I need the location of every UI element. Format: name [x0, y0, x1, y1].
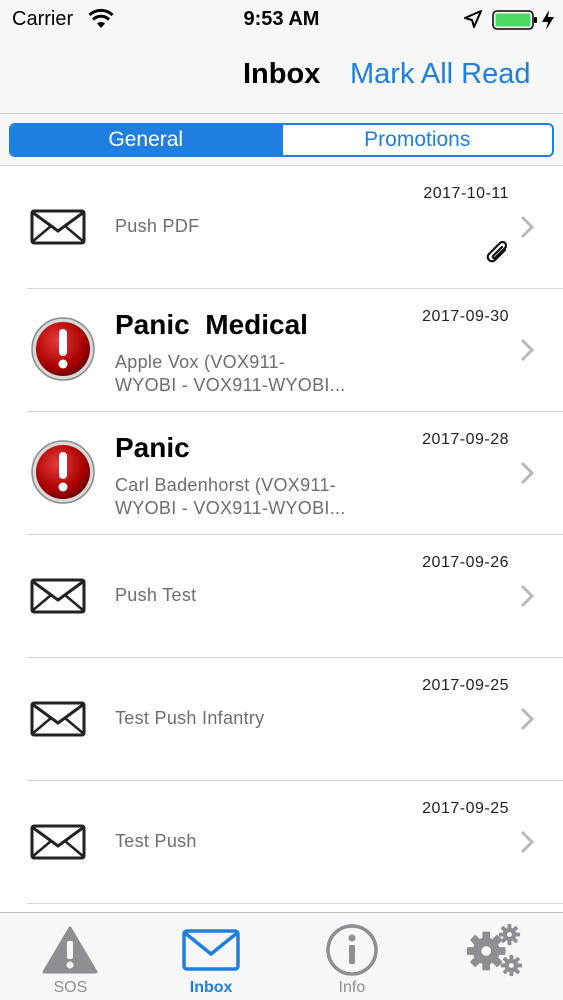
tab-info[interactable]: Info [282, 913, 423, 1000]
message-date: 2017-10-11 [423, 185, 509, 202]
message-row[interactable]: 2017-09-28 Panic Carl Badenhorst (VOX911… [0, 412, 563, 535]
message-preview-line1: Carl Badenhorst (VOX911- [115, 475, 336, 495]
segment-bar: General Promotions [0, 114, 563, 166]
message-list: 2017-10-11 Push PDF 2017-09-30 Panic Med… [0, 166, 563, 912]
tab-bar: SOS Inbox Info [0, 912, 563, 1000]
message-date: 2017-09-28 [422, 431, 509, 448]
tab-label: SOS [53, 979, 88, 996]
message-date: 2017-09-25 [422, 677, 509, 694]
message-subject: Push PDF [115, 216, 200, 236]
chevron-right-icon [520, 830, 535, 854]
tab-label: Info [338, 979, 366, 996]
message-subject: Push Test [115, 585, 197, 605]
battery-icon [492, 10, 537, 30]
message-preview: Carl Badenhorst (VOX911- WYOBI - VOX911-… [115, 474, 385, 520]
message-row[interactable]: 2017-09-25 Test Push Infantry [0, 658, 563, 781]
chevron-right-icon [520, 215, 535, 239]
chevron-right-icon [520, 461, 535, 485]
tab-sos[interactable]: SOS [0, 913, 141, 1000]
envelope-icon [30, 578, 86, 614]
message-date: 2017-09-25 [422, 800, 509, 817]
message-preview: Apple Vox (VOX911- WYOBI - VOX911-WYOBI.… [115, 351, 385, 397]
chevron-right-icon [520, 707, 535, 731]
message-row[interactable]: 2017-09-26 Push Test [0, 535, 563, 658]
mail-icon [181, 923, 241, 977]
tab-inbox[interactable]: Inbox [141, 913, 282, 1000]
message-date: 2017-09-30 [422, 308, 509, 325]
alert-icon [31, 317, 95, 381]
tab-settings[interactable] [422, 913, 563, 1000]
alert-icon [31, 440, 95, 504]
message-title: Panic Medical [115, 309, 308, 340]
message-date: 2017-09-26 [422, 554, 509, 571]
row-divider [27, 903, 563, 904]
nav-bar: Inbox Mark All Read [0, 40, 563, 114]
message-row[interactable]: 2017-09-30 Panic Medical Apple Vox (VOX9… [0, 289, 563, 412]
info-icon [322, 923, 382, 977]
envelope-icon [30, 701, 86, 737]
segment-general[interactable]: General [11, 125, 281, 155]
location-arrow-icon [464, 10, 482, 28]
message-subject: Test Push [115, 831, 197, 851]
message-preview-line2: WYOBI - VOX911-WYOBI... [115, 375, 346, 395]
paperclip-icon [486, 240, 508, 263]
tab-label: Inbox [189, 979, 233, 996]
message-preview-line1: Apple Vox (VOX911- [115, 352, 286, 372]
envelope-icon [30, 209, 86, 245]
page-title: Inbox [243, 58, 321, 90]
top-chrome: Carrier 9:53 AM Inbox Mark All Read [0, 0, 563, 114]
segment-promotions[interactable]: Promotions [280, 125, 552, 155]
charging-bolt-icon [542, 10, 554, 30]
message-subject: Test Push Infantry [115, 708, 265, 728]
envelope-icon [30, 824, 86, 860]
chevron-right-icon [520, 584, 535, 608]
gears-icon [463, 923, 523, 977]
status-bar: Carrier 9:53 AM [0, 0, 563, 40]
warning-icon [40, 923, 100, 977]
message-preview-line2: WYOBI - VOX911-WYOBI... [115, 498, 346, 518]
message-row[interactable]: 2017-10-11 Push PDF [0, 166, 563, 289]
message-title: Panic [115, 432, 190, 463]
chevron-right-icon [520, 338, 535, 362]
segmented-control: General Promotions [9, 123, 554, 157]
message-row[interactable]: 2017-09-25 Test Push [0, 781, 563, 904]
mark-all-read-button[interactable]: Mark All Read [350, 58, 531, 91]
